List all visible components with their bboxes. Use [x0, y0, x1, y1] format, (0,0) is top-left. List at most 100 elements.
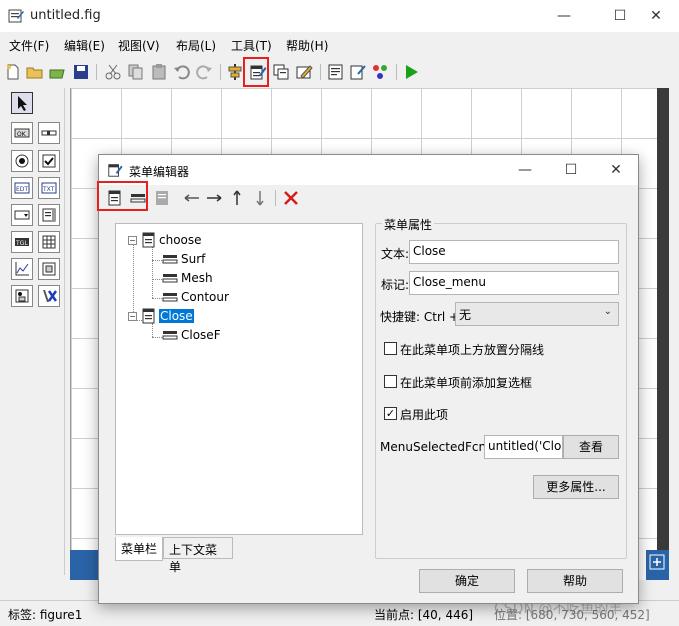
- move-left-icon[interactable]: [183, 189, 201, 207]
- copy-icon[interactable]: [127, 63, 145, 81]
- tree-label-selected: Close: [159, 309, 194, 323]
- table-tool[interactable]: [38, 231, 60, 253]
- open-folder-icon[interactable]: [26, 63, 44, 81]
- button-group-tool[interactable]: [11, 285, 33, 307]
- activex-icon: [43, 290, 57, 302]
- axes-tool[interactable]: [11, 258, 33, 280]
- delete-icon[interactable]: [282, 189, 300, 207]
- canvas-border: [657, 88, 669, 580]
- dialog-title: 菜单编辑器: [129, 165, 190, 179]
- menu-editor-highlight: [243, 57, 269, 87]
- add-checkmark-checkbox[interactable]: [384, 375, 397, 388]
- tree-label: Mesh: [181, 270, 213, 285]
- panel-tool[interactable]: [38, 258, 60, 280]
- save-icon[interactable]: [72, 63, 90, 81]
- tree-menu-choose[interactable]: choose: [142, 232, 202, 248]
- toggle-button-tool[interactable]: TGL: [11, 231, 33, 253]
- popup-menu-tool[interactable]: [11, 204, 33, 226]
- menu-bar: 文件(F) 编辑(E) 视图(V) 布局(L) 工具(T) 帮助(H): [0, 34, 679, 56]
- table-icon: [42, 235, 56, 249]
- move-right-icon[interactable]: [205, 189, 223, 207]
- help-button[interactable]: 帮助: [527, 569, 623, 593]
- main-toolbar: [0, 58, 679, 86]
- expand-toggle[interactable]: −: [128, 312, 137, 321]
- menu-file[interactable]: 文件(F): [9, 37, 49, 54]
- component-palette: OK EDT TXT TGL: [8, 88, 65, 575]
- activex-tool[interactable]: [38, 285, 60, 307]
- menu-editor-icon: [108, 164, 123, 177]
- radio-icon: [15, 154, 29, 168]
- tag-field[interactable]: Close_menu: [409, 271, 619, 295]
- push-button-tool[interactable]: OK: [11, 122, 33, 144]
- listbox-icon: [42, 208, 56, 222]
- plus-icon[interactable]: [649, 554, 665, 570]
- radio-button-tool[interactable]: [11, 150, 33, 172]
- menu-tools[interactable]: 工具(T): [231, 37, 272, 54]
- view-callback-button[interactable]: 查看: [563, 435, 619, 459]
- text-field[interactable]: Close: [409, 240, 619, 264]
- run-icon[interactable]: [402, 63, 420, 81]
- menu-item-icon: [162, 273, 178, 282]
- accelerator-select[interactable]: 无 ⌄: [455, 302, 619, 326]
- new-file-icon[interactable]: [4, 63, 22, 81]
- move-up-icon[interactable]: [228, 189, 246, 207]
- popup-icon: [14, 210, 30, 220]
- select-tool[interactable]: [11, 92, 33, 114]
- tree-item-contour[interactable]: Contour: [162, 289, 229, 304]
- dialog-close-button[interactable]: ✕: [593, 155, 639, 185]
- callback-field[interactable]: untitled('Clos: [484, 435, 563, 459]
- cut-icon[interactable]: [104, 63, 122, 81]
- chevron-down-icon: ⌄: [603, 306, 612, 317]
- enable-label: 启用此项: [400, 408, 449, 422]
- tab-menubar[interactable]: 菜单栏: [115, 537, 163, 561]
- tab-context-menu[interactable]: 上下文菜单: [163, 537, 233, 574]
- ok-button-icon: OK: [14, 128, 30, 138]
- enable-checkbox[interactable]: ✓: [384, 407, 397, 420]
- toggle-icon: TGL: [15, 238, 29, 247]
- move-down-icon[interactable]: [251, 189, 269, 207]
- slider-icon: [41, 130, 57, 136]
- listbox-tool[interactable]: [38, 204, 60, 226]
- object-tree-icon[interactable]: [371, 63, 389, 81]
- ok-button[interactable]: 确定: [419, 569, 515, 593]
- tree-menu-close[interactable]: Close: [142, 308, 194, 324]
- checkbox-tool[interactable]: [38, 150, 60, 172]
- property-inspector-icon[interactable]: [327, 63, 345, 81]
- open-file-icon[interactable]: [49, 63, 67, 81]
- close-button[interactable]: ✕: [633, 0, 679, 32]
- menu-layout[interactable]: 布局(L): [176, 37, 216, 54]
- group-title: 菜单属性: [382, 216, 435, 233]
- align-objects-icon[interactable]: [226, 63, 244, 81]
- tree-item-surf[interactable]: Surf: [162, 251, 205, 266]
- object-browser-icon[interactable]: [349, 63, 367, 81]
- menu-icon: [142, 232, 155, 248]
- minimize-button[interactable]: —: [541, 0, 587, 32]
- tree-item-closef[interactable]: CloseF: [162, 327, 221, 342]
- dialog-maximize-button[interactable]: ☐: [548, 155, 594, 185]
- more-properties-button[interactable]: 更多属性...: [533, 475, 619, 499]
- figure-bar-right: [646, 550, 669, 580]
- edit-text-tool[interactable]: EDT: [11, 177, 33, 199]
- paste-icon[interactable]: [150, 63, 168, 81]
- menu-view[interactable]: 视图(V): [118, 37, 160, 54]
- separator-checkbox[interactable]: [384, 342, 397, 355]
- menu-item-icon: [162, 292, 178, 301]
- separator-label: 在此菜单项上方放置分隔线: [400, 343, 545, 357]
- undo-icon[interactable]: [173, 63, 191, 81]
- editor-icon[interactable]: [295, 63, 313, 81]
- fig-file-icon: [8, 9, 24, 23]
- tab-order-icon[interactable]: [272, 63, 290, 81]
- checkbox-icon: [42, 154, 56, 168]
- menu-item-icon: [162, 254, 178, 263]
- static-text-tool[interactable]: TXT: [38, 177, 60, 199]
- new-context-menu-icon[interactable]: [153, 189, 171, 207]
- menu-help[interactable]: 帮助(H): [286, 37, 328, 54]
- menu-edit[interactable]: 编辑(E): [64, 37, 105, 54]
- menu-tree[interactable]: − choose Surf Mesh Contour − Close Close…: [115, 223, 363, 535]
- slider-tool[interactable]: [38, 122, 60, 144]
- tree-item-mesh[interactable]: Mesh: [162, 270, 213, 285]
- dialog-minimize-button[interactable]: —: [502, 155, 548, 185]
- window-title: untitled.fig: [30, 8, 101, 23]
- expand-toggle[interactable]: −: [128, 236, 137, 245]
- redo-icon[interactable]: [195, 63, 213, 81]
